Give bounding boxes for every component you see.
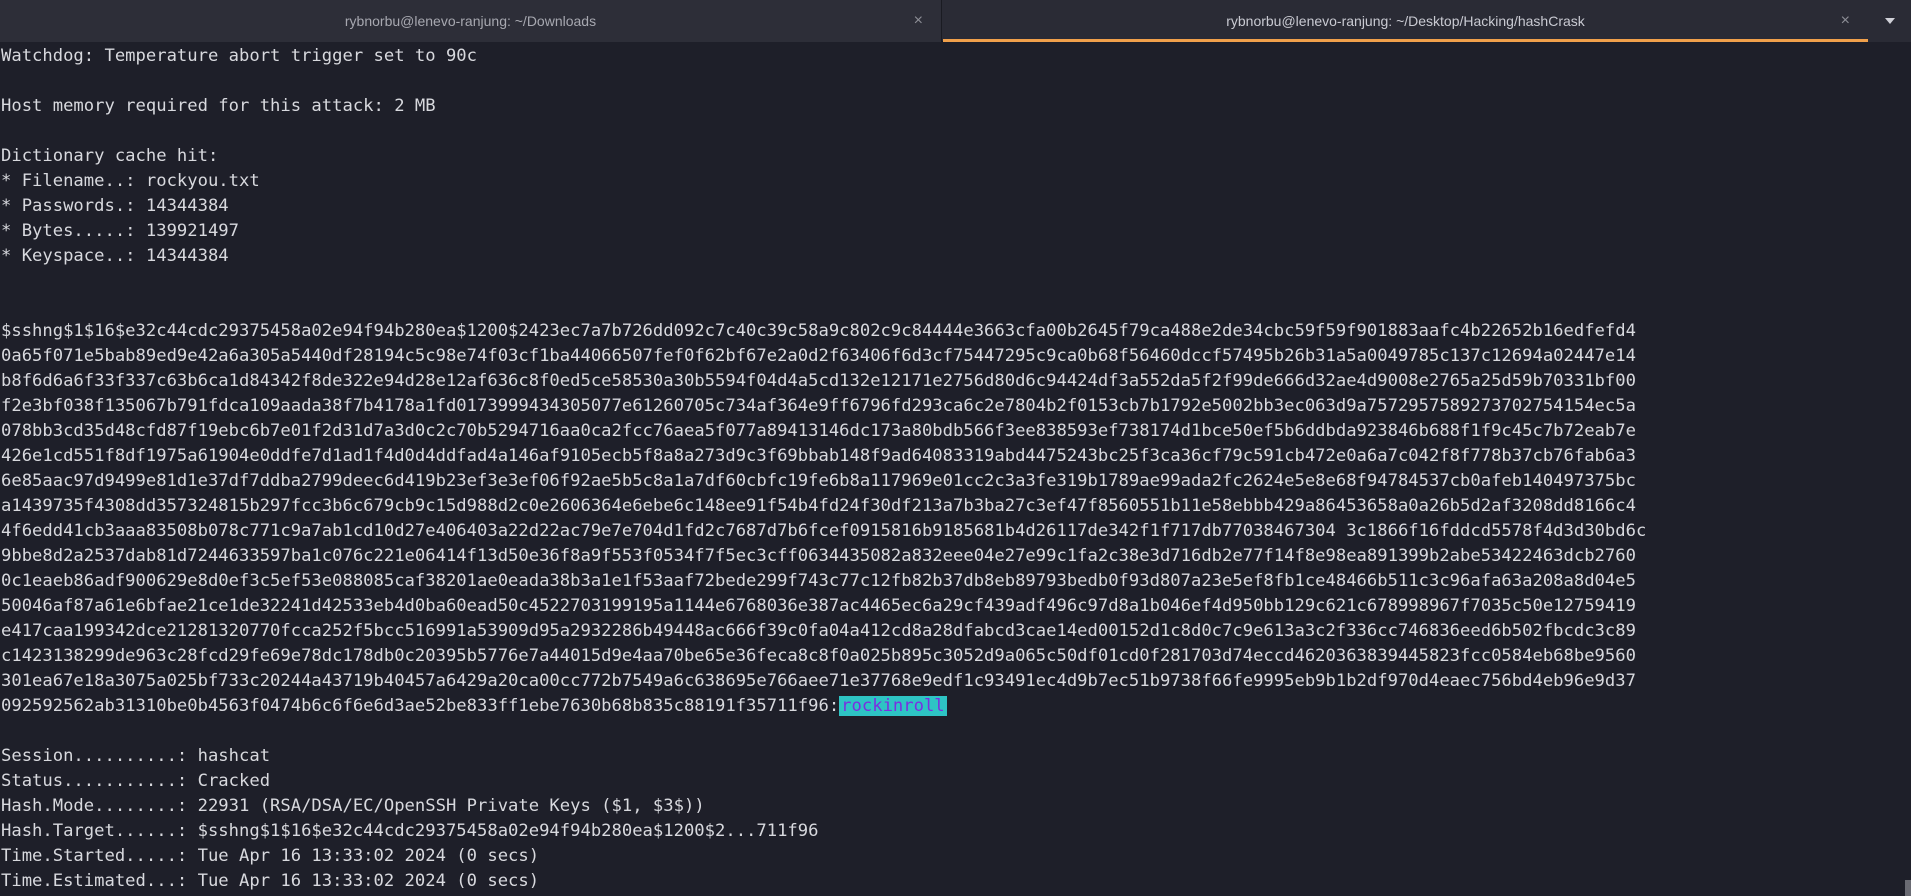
terminal-line: 426e1cd551f8df1975a61904e0ddfe7d1ad1f4d0… <box>1 446 1636 466</box>
cracked-hash-line: 092592562ab31310be0b4563f0474b6c6f6e6d3a… <box>1 694 1901 719</box>
terminal-line: 078bb3cd35d48cfd87f19ebc6b7e01f2d31d7a3d… <box>1 421 1636 441</box>
cracked-password: rockinroll <box>839 696 947 716</box>
status-line: Time.Estimated...: Tue Apr 16 13:33:02 2… <box>1 871 540 891</box>
terminal-line: b8f6d6a6f33f337c63b6ca1d84342f8de322e94d… <box>1 371 1636 391</box>
terminal-line: 4f6edd41cb3aaa83508b078c771c9a7ab1cd10d2… <box>1 521 1647 541</box>
chevron-down-icon <box>1884 18 1895 24</box>
terminal-line: 9bbe8d2a2537dab81d7244633597ba1c076c221e… <box>1 546 1636 566</box>
terminal-line: c1423138299de963c28fcd29fe69e78dc178db0c… <box>1 646 1636 666</box>
terminal-line: 50046af87a61e6bfae21ce1de32241d42533eb4d… <box>1 596 1636 616</box>
terminal-line: $sshng$1$16$e32c44cdc29375458a02e94f94b2… <box>1 321 1636 341</box>
terminal-line: Watchdog: Temperature abort trigger set … <box>1 46 477 66</box>
close-icon[interactable]: × <box>914 13 923 29</box>
terminal-line: * Passwords.: 14344384 <box>1 196 229 216</box>
terminal-line: e417caa199342dce21281320770fcca252f5bcc5… <box>1 621 1636 641</box>
status-line: Hash.Target......: $sshng$1$16$e32c44cdc… <box>1 821 819 841</box>
close-icon[interactable]: × <box>1841 13 1850 29</box>
terminal-line: 0c1eaeb86adf900629e8d0ef3c5ef53e088085ca… <box>1 571 1636 591</box>
terminal-line: * Filename..: rockyou.txt <box>1 171 260 191</box>
tab-hashcrask[interactable]: rybnorbu@lenevo-ranjung: ~/Desktop/Hacki… <box>943 0 1868 42</box>
terminal-line: 0a65f071e5bab89ed9e42a6a305a5440df28194c… <box>1 346 1636 366</box>
status-line <box>1 719 1901 744</box>
terminal-line: f2e3bf038f135067b791fdca109aada38f7b4178… <box>1 396 1636 416</box>
terminal-line: Dictionary cache hit: <box>1 146 219 166</box>
tab-title: rybnorbu@lenevo-ranjung: ~/Desktop/Hacki… <box>1226 13 1585 29</box>
terminal-lines: Watchdog: Temperature abort trigger set … <box>1 44 1901 694</box>
tab-downloads[interactable]: rybnorbu@lenevo-ranjung: ~/Downloads × <box>0 0 942 42</box>
terminal-line: * Bytes.....: 139921497 <box>1 221 239 241</box>
status-lines: Session..........: hashcat Status........… <box>1 719 1901 896</box>
scrollbar-thumb[interactable] <box>1905 880 1911 896</box>
status-line: Time.Started.....: Tue Apr 16 13:33:02 2… <box>1 846 540 866</box>
terminal-line: a1439735f4308dd357324815b297fcc3b6c679cb… <box>1 496 1636 516</box>
tab-menu-button[interactable] <box>1868 0 1911 42</box>
status-line: Status...........: Cracked <box>1 771 271 791</box>
status-line: Hash.Mode........: 22931 (RSA/DSA/EC/Ope… <box>1 796 705 816</box>
tab-title: rybnorbu@lenevo-ranjung: ~/Downloads <box>344 13 597 29</box>
terminal-line: 301ea67e18a3075a025bf733c20244a43719b404… <box>1 671 1636 691</box>
tab-bar: rybnorbu@lenevo-ranjung: ~/Downloads × r… <box>0 0 1911 42</box>
terminal-output[interactable]: Watchdog: Temperature abort trigger set … <box>1 44 1901 896</box>
status-line: Session..........: hashcat <box>1 746 271 766</box>
terminal-line: 6e85aac97d9499e81d1e37df7ddba2799deec6d4… <box>1 471 1636 491</box>
terminal-line: Host memory required for this attack: 2 … <box>1 96 436 116</box>
cracked-hash-tail: 092592562ab31310be0b4563f0474b6c6f6e6d3a… <box>1 696 840 716</box>
terminal-line: * Keyspace..: 14344384 <box>1 246 229 266</box>
